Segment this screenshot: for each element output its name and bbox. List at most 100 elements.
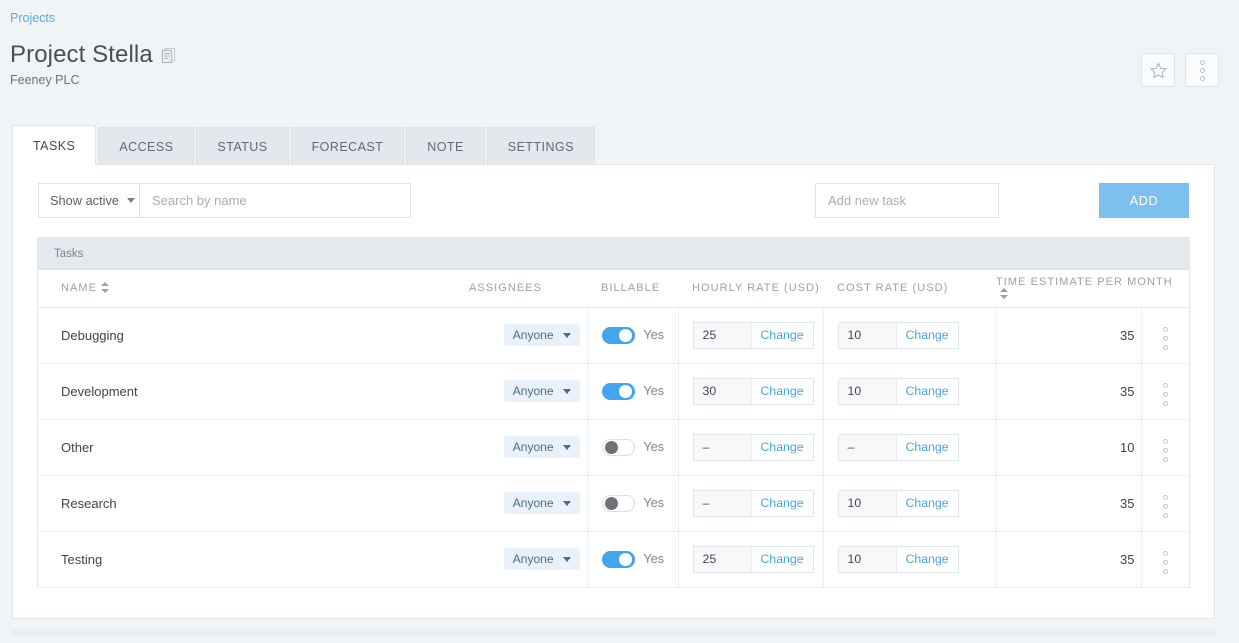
billable-label: Yes [643, 496, 665, 510]
project-detail-page: Projects Project Stella Feeney PLC TASKS… [0, 0, 1239, 643]
hourly-rate-control: – Change [692, 433, 814, 461]
company-subtitle: Feeney PLC [10, 73, 80, 87]
sort-arrows-icon[interactable] [100, 282, 109, 294]
toggle-knob [604, 440, 618, 454]
row-actions-cell [1140, 307, 1190, 364]
chevron-down-icon [562, 332, 571, 338]
billable-toggle[interactable] [601, 438, 635, 456]
cost-rate-control: – Change [837, 433, 959, 461]
row-menu-button[interactable] [1162, 551, 1168, 574]
dot [1162, 392, 1168, 397]
billable-label: Yes [643, 440, 665, 454]
cost-rate-change-link[interactable]: Change [895, 378, 958, 404]
sort-arrows-icon[interactable] [1000, 288, 1008, 300]
show-active-filter[interactable]: Show active [38, 183, 147, 218]
cost-rate-change-link[interactable]: Change [895, 434, 958, 460]
task-name-cell: Testing [38, 531, 468, 588]
time-estimate-value: 35 [1120, 495, 1135, 511]
assignee-dropdown[interactable]: Anyone [503, 548, 580, 570]
row-menu-button[interactable] [1162, 495, 1168, 518]
billable-cell: Yes [587, 307, 678, 364]
hourly-rate-value: – [693, 434, 751, 460]
assignee-label: Anyone [512, 328, 554, 342]
add-new-task-input[interactable] [815, 183, 999, 218]
title-row: Project Stella [10, 40, 176, 70]
assignee-dropdown[interactable]: Anyone [503, 492, 580, 514]
assignee-cell: Anyone [468, 363, 588, 420]
tab-settings[interactable]: SETTINGS [486, 127, 595, 165]
search-input[interactable] [139, 183, 411, 218]
tab-tasks[interactable]: TASKS [12, 125, 97, 166]
column-header-time-estimate[interactable]: TIME ESTIMATE PER MONTH [995, 270, 1190, 308]
billable-label: Yes [643, 384, 665, 398]
toggle-knob [618, 384, 632, 398]
tab-forecast[interactable]: FORECAST [290, 127, 405, 165]
dot [1199, 59, 1205, 65]
row-actions-cell [1140, 475, 1190, 532]
billable-toggle[interactable] [601, 326, 635, 344]
hourly-rate-cell: – Change [677, 419, 823, 476]
assignee-dropdown[interactable]: Anyone [503, 436, 580, 458]
toggle-knob [604, 496, 618, 510]
more-options-button[interactable] [1185, 53, 1219, 87]
hourly-rate-change-link[interactable]: Change [750, 490, 813, 516]
row-menu-button[interactable] [1162, 383, 1168, 406]
row-menu-button[interactable] [1162, 327, 1168, 350]
dot [1162, 569, 1168, 574]
cost-rate-value: 10 [838, 378, 896, 404]
chevron-down-icon [562, 444, 571, 450]
toggle-knob [618, 552, 632, 566]
task-name-cell: Debugging [38, 307, 468, 364]
tasks-panel: Show active ADD Tasks [12, 164, 1215, 619]
dot [1199, 75, 1205, 81]
row-menu-button[interactable] [1162, 439, 1168, 462]
assignee-dropdown[interactable]: Anyone [503, 380, 580, 402]
hourly-rate-change-link[interactable]: Change [750, 434, 813, 460]
time-estimate-cell: 35 [994, 363, 1141, 420]
hourly-rate-change-link[interactable]: Change [750, 322, 813, 348]
add-task-button[interactable]: ADD [1099, 183, 1189, 218]
billable-cell: Yes [587, 363, 678, 420]
hourly-rate-value: – [693, 490, 751, 516]
dot [1162, 504, 1168, 509]
row-actions-cell [1140, 531, 1190, 588]
time-estimate-cell: 10 [994, 419, 1141, 476]
dot [1162, 495, 1168, 500]
hourly-rate-change-link[interactable]: Change [750, 546, 813, 572]
hourly-rate-change-link[interactable]: Change [750, 378, 813, 404]
billable-toggle[interactable] [601, 550, 635, 568]
cost-rate-change-link[interactable]: Change [895, 546, 958, 572]
show-active-filter-label: Show active [50, 193, 119, 208]
table-caption: Tasks [38, 238, 1189, 270]
task-name-cell: Other [38, 419, 468, 476]
assignee-dropdown[interactable]: Anyone [503, 324, 580, 346]
table-row: Debugging Anyone Yes 25 Change 10 Change 35 [38, 307, 1190, 364]
tab-access[interactable]: ACCESS [98, 127, 195, 165]
dot [1162, 383, 1168, 388]
breadcrumb-projects[interactable]: Projects [10, 11, 55, 25]
billable-toggle[interactable] [601, 382, 635, 400]
cost-rate-cell: 10 Change [822, 363, 995, 420]
assignee-label: Anyone [512, 440, 554, 454]
page-title: Project Stella [10, 41, 153, 68]
star-outline-icon [1149, 62, 1167, 78]
billable-toggle[interactable] [601, 494, 635, 512]
billable-label: Yes [643, 328, 665, 342]
billable-cell: Yes [587, 531, 678, 588]
dot [1162, 513, 1168, 518]
column-header-assignees: ASSIGNEES [468, 270, 588, 308]
dot [1162, 401, 1168, 406]
toggle-knob [618, 328, 632, 342]
favorite-button[interactable] [1141, 53, 1175, 87]
time-estimate-value: 35 [1120, 383, 1135, 399]
vertical-dots-icon [1199, 59, 1205, 81]
tab-note[interactable]: NOTE [406, 127, 485, 165]
column-header-name[interactable]: NAME [38, 270, 468, 308]
cost-rate-change-link[interactable]: Change [895, 322, 958, 348]
cost-rate-change-link[interactable]: Change [895, 490, 958, 516]
hourly-rate-value: 25 [693, 322, 751, 348]
column-header-hourly-rate: HOURLY RATE (USD) [678, 270, 823, 308]
copy-document-icon[interactable] [161, 47, 176, 64]
tab-status[interactable]: STATUS [196, 127, 289, 165]
chevron-down-icon [562, 388, 571, 394]
